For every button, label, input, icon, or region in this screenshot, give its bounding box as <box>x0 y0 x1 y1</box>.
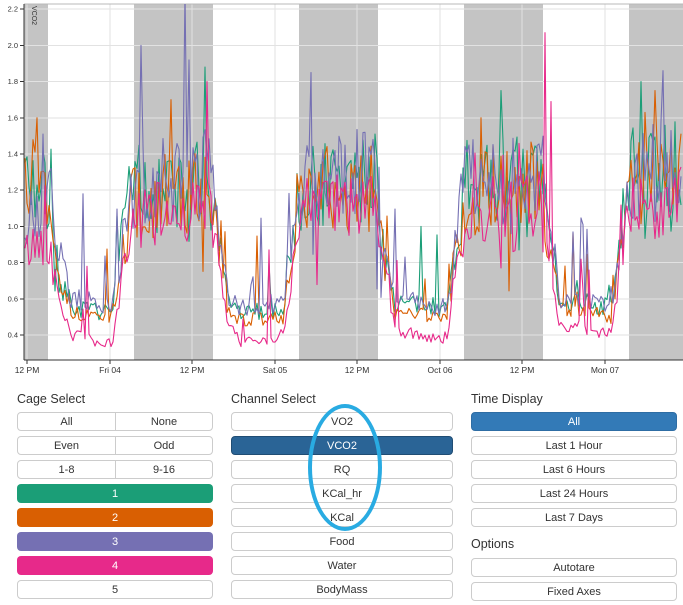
svg-text:Mon 07: Mon 07 <box>591 365 620 375</box>
cage-select-title: Cage Select <box>17 392 85 406</box>
fixed-axes-button[interactable]: Fixed Axes <box>471 582 677 601</box>
svg-text:1.8: 1.8 <box>8 77 18 86</box>
svg-text:2.0: 2.0 <box>8 41 18 50</box>
cage-all-button[interactable]: All <box>17 412 116 431</box>
autotare-button[interactable]: Autotare <box>471 558 677 577</box>
y-axis-label: VCO2 <box>30 6 37 25</box>
cage-button-5[interactable]: 5 <box>17 580 213 599</box>
metabolic-chart: 2.2 2.0 1.8 1.6 1.4 1.2 1.0 0.8 0.6 0.4 12 PM Fri 0… <box>0 0 683 385</box>
svg-text:12 PM: 12 PM <box>180 365 205 375</box>
cage-button-2[interactable]: 2 <box>17 508 213 527</box>
cage-odd-button[interactable]: Odd <box>115 436 213 455</box>
time-last-1-hour-button[interactable]: Last 1 Hour <box>471 436 677 455</box>
svg-text:0.4: 0.4 <box>8 331 18 340</box>
time-all-button[interactable]: All <box>471 412 677 431</box>
svg-text:Sat 05: Sat 05 <box>263 365 288 375</box>
channel-kcal-button[interactable]: KCal <box>231 508 453 527</box>
svg-text:0.8: 0.8 <box>8 258 18 267</box>
channel-bodymass-button[interactable]: BodyMass <box>231 580 453 599</box>
time-last-7-days-button[interactable]: Last 7 Days <box>471 508 677 527</box>
channel-food-button[interactable]: Food <box>231 532 453 551</box>
channel-vco2-button[interactable]: VCO2 <box>231 436 453 455</box>
time-last-24-hours-button[interactable]: Last 24 Hours <box>471 484 677 503</box>
options-title: Options <box>471 537 514 551</box>
cage-none-button[interactable]: None <box>115 412 213 431</box>
svg-text:1.6: 1.6 <box>8 113 18 122</box>
cage-9-16-button[interactable]: 9-16 <box>115 460 213 479</box>
cage-button-1[interactable]: 1 <box>17 484 213 503</box>
channel-kcal-hr-button[interactable]: KCal_hr <box>231 484 453 503</box>
channel-water-button[interactable]: Water <box>231 556 453 575</box>
channel-vo2-button[interactable]: VO2 <box>231 412 453 431</box>
svg-text:1.2: 1.2 <box>8 186 18 195</box>
cage-button-4[interactable]: 4 <box>17 556 213 575</box>
cage-1-8-button[interactable]: 1-8 <box>17 460 116 479</box>
svg-text:0.6: 0.6 <box>8 294 18 303</box>
chart-svg: 2.2 2.0 1.8 1.6 1.4 1.2 1.0 0.8 0.6 0.4 12 PM Fri 0… <box>0 0 683 385</box>
channel-rq-button[interactable]: RQ <box>231 460 453 479</box>
cage-even-button[interactable]: Even <box>17 436 116 455</box>
cage-button-3[interactable]: 3 <box>17 532 213 551</box>
time-display-title: Time Display <box>471 392 543 406</box>
svg-text:1.4: 1.4 <box>8 150 18 159</box>
svg-text:Oct 06: Oct 06 <box>427 365 452 375</box>
time-last-6-hours-button[interactable]: Last 6 Hours <box>471 460 677 479</box>
channel-select-title: Channel Select <box>231 392 316 406</box>
svg-text:12 PM: 12 PM <box>15 365 40 375</box>
svg-text:Fri 04: Fri 04 <box>99 365 121 375</box>
svg-text:1.0: 1.0 <box>8 222 18 231</box>
svg-text:12 PM: 12 PM <box>510 365 535 375</box>
svg-text:12 PM: 12 PM <box>345 365 370 375</box>
svg-text:2.2: 2.2 <box>8 5 18 14</box>
